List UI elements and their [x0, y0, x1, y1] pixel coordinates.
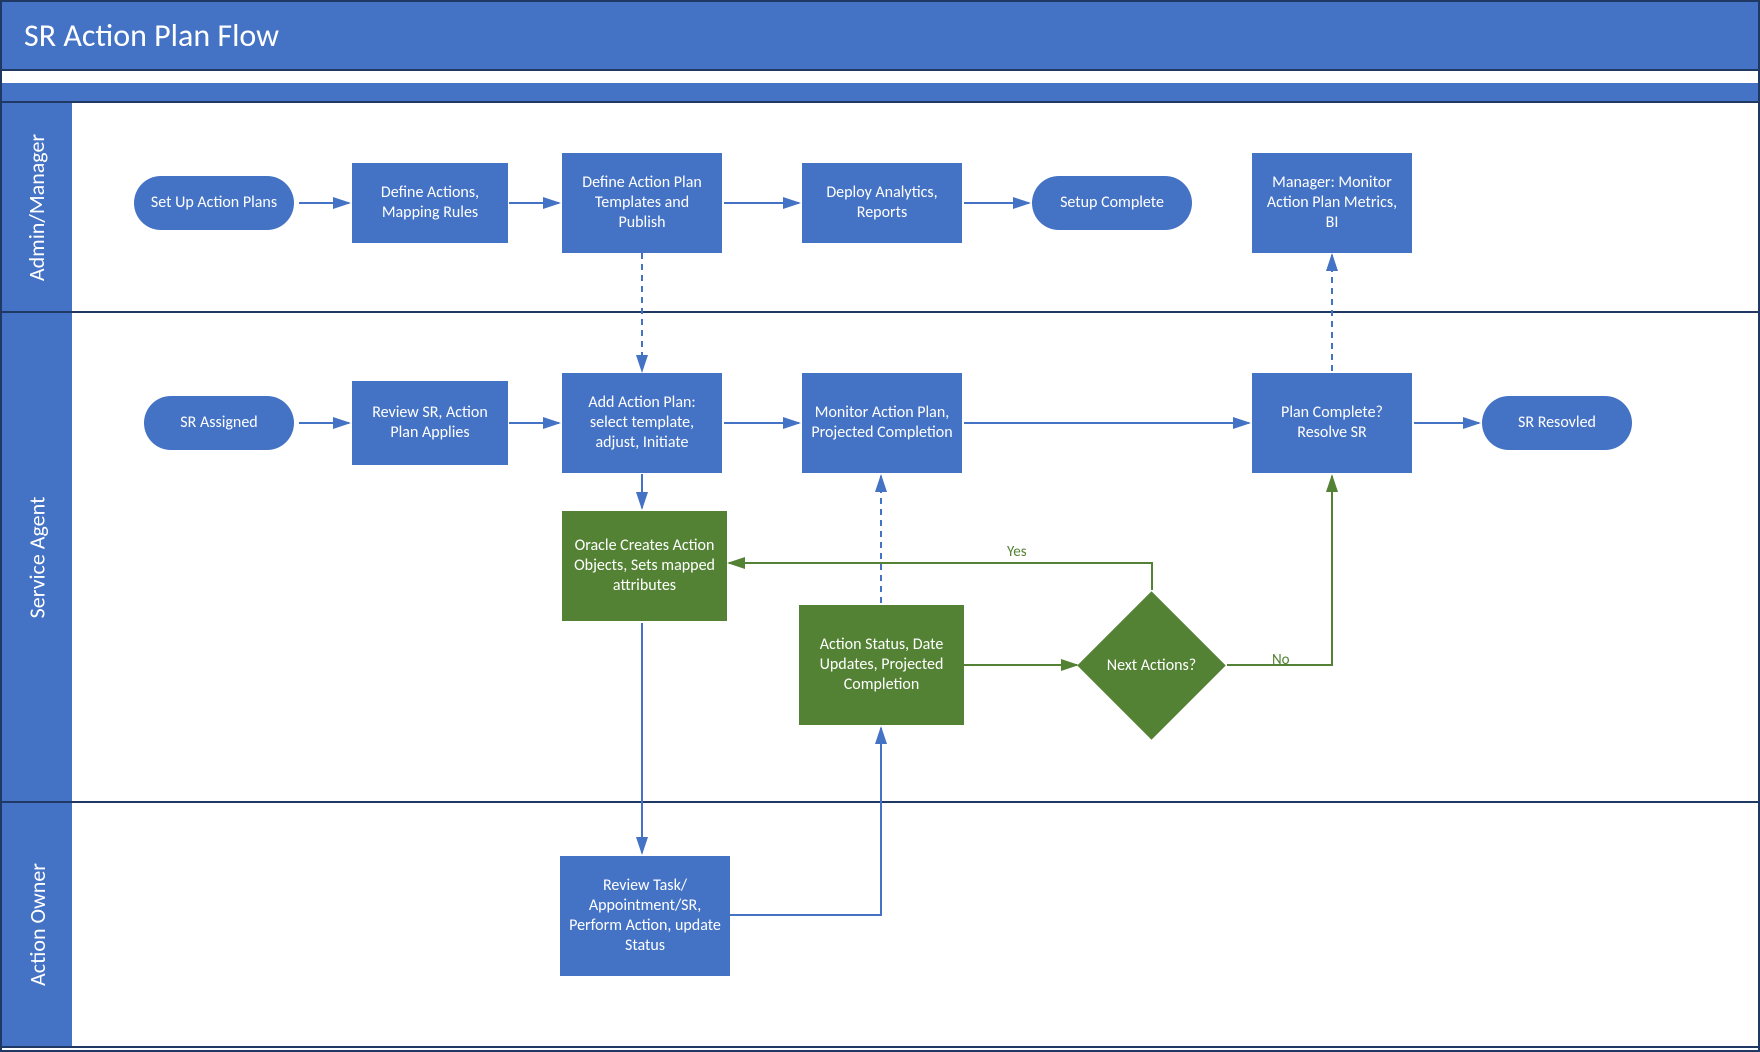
lane-head-agent: Service Agent [2, 313, 72, 801]
text-action-status: Action Status, Date Updates, Projected C… [807, 635, 956, 695]
text-plan-complete: Plan Complete? Resolve SR [1260, 403, 1404, 443]
lane-head-owner: Action Owner [2, 803, 72, 1046]
text-next-actions: Next Actions? [1099, 613, 1204, 718]
node-manager-monitor: Manager: Monitor Action Plan Metrics, BI [1252, 153, 1412, 253]
title-bar: SR Action Plan Flow [2, 2, 1758, 71]
node-define-templates: Define Action Plan Templates and Publish [562, 153, 722, 253]
text-sr-resolved: SR Resovled [1518, 413, 1596, 433]
node-review-task: Review Task/ Appointment/SR, Perform Act… [560, 856, 730, 976]
node-monitor-plan: Monitor Action Plan, Projected Completio… [802, 373, 962, 473]
edge-label-no: No [1272, 651, 1290, 669]
lane-head-admin: Admin/Manager [2, 103, 72, 311]
text-define-templates: Define Action Plan Templates and Publish [570, 173, 714, 233]
lane-body-owner [74, 803, 1758, 1046]
node-action-status: Action Status, Date Updates, Projected C… [799, 605, 964, 725]
text-review-task: Review Task/ Appointment/SR, Perform Act… [568, 876, 722, 956]
node-define-actions: Define Actions, Mapping Rules [352, 163, 508, 243]
edge-label-yes: Yes [1007, 543, 1027, 561]
diagram-title: SR Action Plan Flow [24, 16, 279, 55]
lane-label-admin: Admin/Manager [24, 133, 51, 280]
node-next-actions-decision: Next Actions? [1099, 613, 1204, 718]
text-setup-action-plans: Set Up Action Plans [151, 193, 277, 213]
title-sub-bar [2, 83, 1758, 103]
node-sr-assigned: SR Assigned [144, 396, 294, 450]
diagram-frame: SR Action Plan Flow Admin/Manager Servic… [0, 0, 1760, 1052]
node-setup-complete: Setup Complete [1032, 176, 1192, 230]
lane-label-agent: Service Agent [24, 496, 51, 618]
swimlanes: Admin/Manager Service Agent Action Owner [2, 103, 1758, 1048]
text-oracle-creates: Oracle Creates Action Objects, Sets mapp… [570, 536, 719, 596]
node-oracle-creates: Oracle Creates Action Objects, Sets mapp… [562, 511, 727, 621]
node-deploy-analytics: Deploy Analytics, Reports [802, 163, 962, 243]
node-setup-action-plans: Set Up Action Plans [134, 176, 294, 230]
text-sr-assigned: SR Assigned [180, 413, 257, 433]
node-review-sr: Review SR, Action Plan Applies [352, 381, 508, 465]
text-setup-complete: Setup Complete [1060, 193, 1164, 213]
text-review-sr: Review SR, Action Plan Applies [360, 403, 500, 443]
lane-label-owner: Action Owner [24, 863, 51, 986]
node-add-action-plan: Add Action Plan: select template, adjust… [562, 373, 722, 473]
text-monitor-plan: Monitor Action Plan, Projected Completio… [810, 403, 954, 443]
text-define-actions: Define Actions, Mapping Rules [360, 183, 500, 223]
lane-owner: Action Owner [2, 803, 1758, 1048]
text-deploy-analytics: Deploy Analytics, Reports [810, 183, 954, 223]
node-sr-resolved: SR Resovled [1482, 396, 1632, 450]
node-plan-complete: Plan Complete? Resolve SR [1252, 373, 1412, 473]
text-manager-monitor: Manager: Monitor Action Plan Metrics, BI [1260, 173, 1404, 233]
text-add-action-plan: Add Action Plan: select template, adjust… [570, 393, 714, 453]
